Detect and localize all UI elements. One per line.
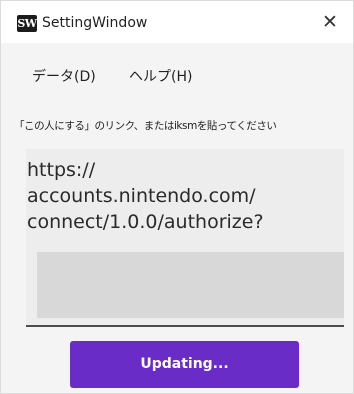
title-bar[interactable]: SW SettingWindow ✕ xyxy=(1,1,353,43)
update-button[interactable]: Updating... xyxy=(70,341,299,388)
window-title: SettingWindow xyxy=(42,15,148,31)
link-input-value: https:// accounts.nintendo.com/ connect/… xyxy=(27,159,264,233)
redacted-area xyxy=(37,252,344,318)
menu-item-data[interactable]: データ(D) xyxy=(32,63,96,91)
menu-item-help[interactable]: ヘルプ(H) xyxy=(129,63,192,91)
instruction-label: 「この人にする」のリンク、またはiksmを貼ってください xyxy=(14,120,277,132)
close-button[interactable]: ✕ xyxy=(307,1,353,43)
menu-bar: データ(D) ヘルプ(H) xyxy=(1,63,353,91)
app-logo-icon: SW xyxy=(17,15,37,32)
setting-window: SW SettingWindow ✕ データ(D) ヘルプ(H) 「この人にする… xyxy=(0,0,354,394)
link-input-field[interactable]: https:// accounts.nintendo.com/ connect/… xyxy=(26,149,344,327)
